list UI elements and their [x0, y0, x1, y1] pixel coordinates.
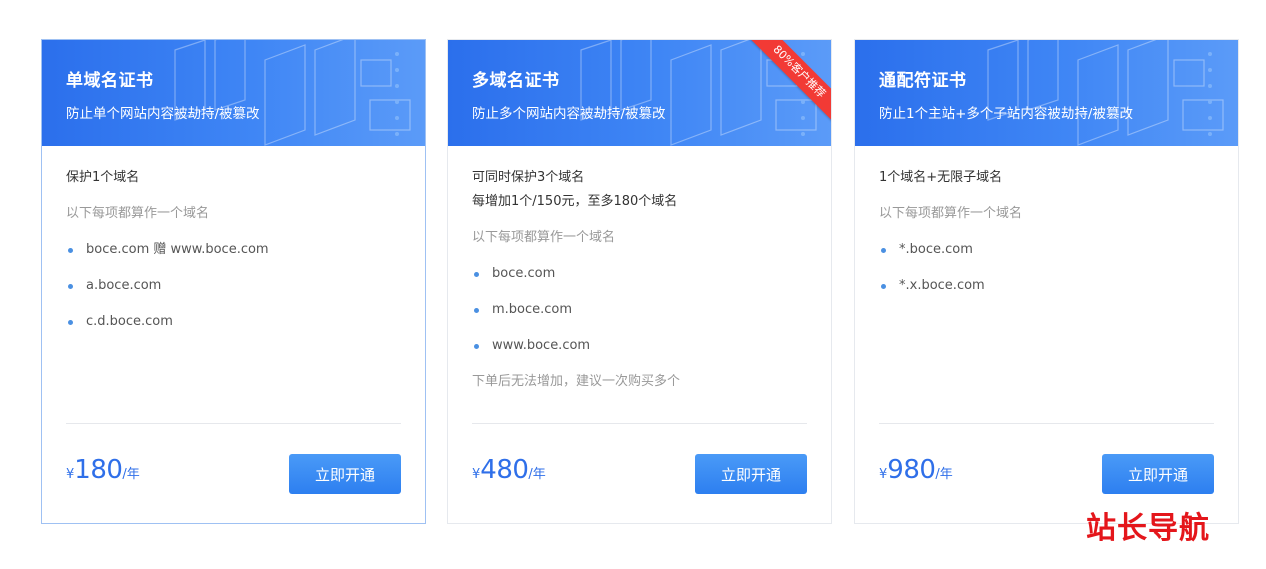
domain-list: boce.com 赠 www.boce.com a.boce.com c.d.b…	[66, 238, 401, 334]
activate-button[interactable]: 立即开通	[289, 454, 401, 494]
ribbon-label: 80%客户推荐	[745, 40, 831, 126]
domain-note: 以下每项都算作一个域名	[472, 230, 616, 245]
list-item: m.boce.com	[472, 298, 807, 322]
card-header: 通配符证书 防止1个主站+多个子站内容被劫持/被篡改	[855, 40, 1238, 146]
domain-note: 以下每项都算作一个域名	[66, 206, 210, 221]
feature-line: 1个域名+无限子域名	[879, 170, 1003, 185]
activate-button[interactable]: 立即开通	[1102, 454, 1214, 494]
list-item: *.boce.com	[879, 238, 1214, 262]
card-subtitle: 防止多个网站内容被劫持/被篡改	[472, 106, 666, 122]
domain-list: boce.com m.boce.com www.boce.com	[472, 262, 807, 358]
price-amount: 180	[74, 455, 123, 485]
price-unit: /年	[935, 467, 953, 482]
card-header: 单域名证书 防止单个网站内容被劫持/被篡改	[42, 40, 425, 146]
list-item: a.boce.com	[66, 274, 401, 298]
card-body: 保护1个域名 以下每项都算作一个域名 boce.com 赠 www.boce.c…	[66, 166, 401, 346]
purchase-warning: 下单后无法增加，建议一次购买多个	[472, 374, 681, 389]
certificate-card-single: 单域名证书 防止单个网站内容被劫持/被篡改 保护1个域名 以下每项都算作一个域名…	[41, 39, 426, 524]
domain-list: *.boce.com *.x.boce.com	[879, 238, 1214, 298]
divider	[879, 423, 1214, 424]
price-amount: 480	[480, 455, 529, 485]
recommend-ribbon: 80%客户推荐	[742, 40, 831, 129]
price-unit: /年	[122, 467, 140, 482]
price: ¥180/年	[66, 455, 140, 485]
domain-note: 以下每项都算作一个域名	[879, 206, 1023, 221]
list-item: boce.com 赠 www.boce.com	[66, 238, 401, 262]
server-illustration-icon	[987, 40, 1224, 146]
card-subtitle: 防止单个网站内容被劫持/被篡改	[66, 106, 260, 122]
feature-line: 保护1个域名	[66, 170, 140, 185]
price-amount: 980	[887, 455, 936, 485]
card-title: 单域名证书	[66, 71, 154, 91]
certificate-card-wildcard: 通配符证书 防止1个主站+多个子站内容被劫持/被篡改 1个域名+无限子域名 以下…	[854, 39, 1239, 524]
activate-button[interactable]: 立即开通	[695, 454, 807, 494]
card-body: 1个域名+无限子域名 以下每项都算作一个域名 *.boce.com *.x.bo…	[879, 166, 1214, 310]
list-item: *.x.boce.com	[879, 274, 1214, 298]
feature-line: 每增加1个/150元，至多180个域名	[472, 194, 678, 209]
certificate-card-multi: 多域名证书 防止多个网站内容被劫持/被篡改 80%客户推荐 可同时保护3个域名 …	[447, 39, 832, 524]
divider	[66, 423, 401, 424]
list-item: c.d.boce.com	[66, 310, 401, 334]
card-title: 多域名证书	[472, 71, 560, 91]
card-title: 通配符证书	[879, 71, 967, 91]
price: ¥980/年	[879, 455, 953, 485]
divider	[472, 423, 807, 424]
watermark-logo: 站长导航	[1086, 511, 1210, 546]
price-unit: /年	[528, 467, 546, 482]
card-body: 可同时保护3个域名 每增加1个/150元，至多180个域名 以下每项都算作一个域…	[472, 166, 807, 394]
feature-line: 可同时保护3个域名	[472, 170, 585, 185]
server-illustration-icon	[174, 40, 411, 146]
list-item: boce.com	[472, 262, 807, 286]
card-subtitle: 防止1个主站+多个子站内容被劫持/被篡改	[879, 106, 1133, 122]
price: ¥480/年	[472, 455, 546, 485]
list-item: www.boce.com	[472, 334, 807, 358]
